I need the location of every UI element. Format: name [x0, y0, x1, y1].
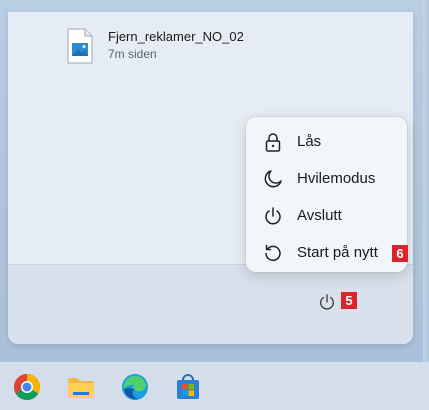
- lock-icon: [262, 131, 284, 153]
- recent-file-name: Fjern_reklamer_NO_02: [108, 29, 244, 44]
- image-file-icon: [67, 28, 93, 64]
- callout-badge: 6: [392, 245, 408, 262]
- menu-item-sleep[interactable]: Hvilemodus: [246, 160, 407, 197]
- power-icon: [262, 205, 284, 227]
- menu-item-label: Avslutt: [297, 207, 342, 224]
- menu-item-lock[interactable]: Lås: [246, 123, 407, 160]
- recent-file-time: 7m siden: [108, 47, 157, 61]
- power-icon: [320, 294, 334, 310]
- desktop-edge: [423, 0, 429, 410]
- menu-item-label: Lås: [297, 133, 322, 150]
- file-explorer-icon[interactable]: [66, 372, 96, 402]
- chrome-icon[interactable]: [12, 372, 42, 402]
- menu-item-label: Start på nytt: [297, 244, 378, 261]
- restart-icon: [262, 242, 284, 264]
- menu-item-shutdown[interactable]: Avslutt: [246, 197, 407, 234]
- edge-icon[interactable]: [120, 372, 150, 402]
- microsoft-store-icon[interactable]: [173, 372, 203, 402]
- taskbar: [0, 362, 429, 410]
- menu-item-label: Hvilemodus: [297, 170, 376, 187]
- moon-icon: [262, 168, 284, 190]
- power-options-menu: Lås Hvilemodus Avslutt Start på nytt: [246, 117, 407, 272]
- power-button[interactable]: [315, 290, 339, 314]
- callout-badge: 5: [341, 292, 357, 309]
- menu-item-restart[interactable]: Start på nytt: [246, 234, 407, 271]
- recent-file-item[interactable]: Fjern_reklamer_NO_02 7m siden: [66, 28, 244, 64]
